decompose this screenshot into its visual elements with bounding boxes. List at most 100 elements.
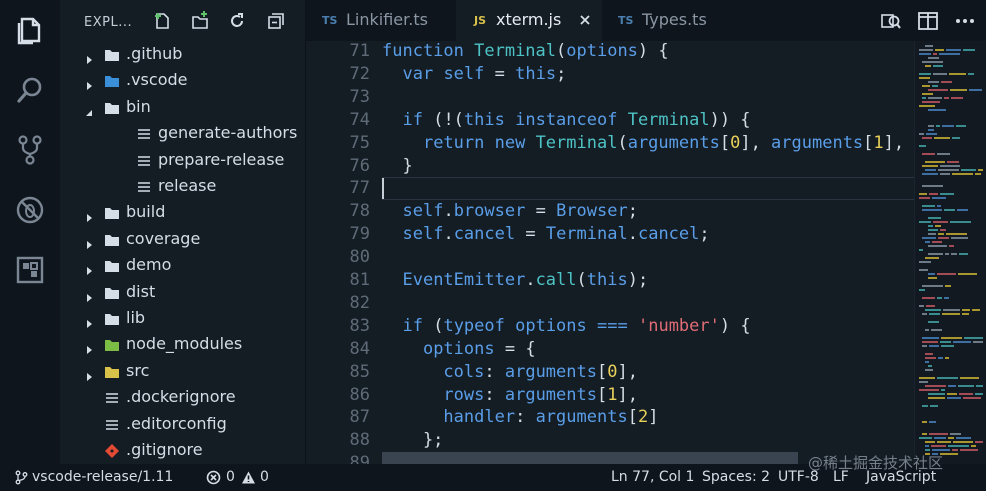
minimap-line [928,229,938,231]
minimap-line [933,73,947,75]
code-area[interactable]: function Terminal(options) { var self = … [382,41,914,464]
minimap-line [919,261,931,263]
tree-file[interactable]: .editorconfig [60,412,306,438]
tree-folder[interactable]: dist [60,280,306,306]
tree-folder[interactable]: .vscode [60,68,306,94]
chevron-right-icon[interactable] [84,235,94,249]
minimap-line [962,313,969,315]
chevron-right-icon[interactable] [84,208,94,223]
line-number: 74 [349,109,370,130]
minimap-line [941,389,945,391]
folder-icon [104,47,120,63]
minimap-line [939,53,960,55]
minimap-line [963,49,975,51]
minimap-line [919,221,931,223]
tree-folder[interactable]: .github [60,42,306,68]
minimap-line [922,341,938,343]
tree-folder[interactable]: demo [60,253,306,279]
line-number: 81 [349,270,370,290]
minimap-line [940,193,954,195]
tree-file[interactable]: .gitignore [60,438,306,464]
git-branch[interactable]: vscode-release/1.11 [32,469,173,485]
horizontal-scrollbar[interactable] [382,452,798,464]
cursor-position[interactable]: Ln 77, Col 1 [611,469,694,485]
chevron-right-icon[interactable] [84,340,94,355]
tree-item-label: lib [126,308,146,327]
minimap-line [925,329,929,331]
minimap-line [956,437,971,439]
new-folder-icon[interactable] [190,11,210,31]
error-count[interactable]: 0 [226,469,235,485]
more-actions-icon[interactable] [954,10,976,32]
file-lines-icon [136,153,152,169]
close-icon[interactable] [578,12,592,26]
line-number: 77 [349,178,370,199]
line-number-gutter: 71 72 73 74 75 76 77 78 79 80 81 82 83 84 85 86 87 88 89 [306,41,378,464]
minimap-line [960,377,979,379]
tree-folder[interactable]: node_modules [60,332,306,358]
chevron-right-icon[interactable] [84,76,94,91]
minimap-line [928,89,948,91]
tree-item-label: src [126,360,150,380]
minimap-line [938,233,944,235]
minimap-line [919,305,924,307]
warning-count[interactable]: 0 [260,469,269,485]
minimap-line [922,209,942,211]
minimap-line [937,153,950,155]
chevron-right-icon[interactable] [84,261,94,276]
tab-linkifier[interactable]: TS Linkifier.ts [306,0,456,41]
minimap-line [950,221,971,223]
minimap-line [922,101,940,103]
code-editor[interactable]: 71 72 73 74 75 76 77 78 79 80 81 82 83 84 85 86 87 88 89 f… [306,41,914,464]
source-control-icon[interactable] [14,134,46,166]
debug-icon[interactable] [14,194,46,226]
search-icon[interactable] [14,74,46,106]
code-line: function Terminal(options) { [382,41,669,61]
minimap[interactable] [914,41,986,464]
split-editor-icon[interactable] [917,10,939,32]
refresh-icon[interactable] [227,11,247,31]
files-icon[interactable] [14,14,46,46]
tree-file[interactable]: prepare-release [60,148,306,174]
tree-folder[interactable]: coverage [60,227,306,253]
minimap-line [928,321,939,323]
minimap-line [963,397,981,399]
minimap-line [957,209,968,211]
tree-file[interactable]: release [60,174,306,200]
indentation[interactable]: Spaces: 2 [702,469,770,485]
minimap-line [925,385,946,387]
line-number: 82 [349,292,370,313]
code-line: var self = this; [402,63,567,84]
minimap-line [922,137,932,139]
minimap-line [919,49,933,51]
minimap-line [922,285,943,287]
tab-xterm[interactable]: JS xterm.js [456,0,602,41]
chevron-right-icon[interactable] [84,314,94,328]
minimap-line [922,297,935,299]
new-file-icon[interactable] [152,11,172,31]
minimap-line [931,445,946,447]
tree-folder[interactable]: build [60,200,306,226]
extensions-icon[interactable] [14,254,46,286]
minimap-line [928,81,939,83]
open-changes-icon[interactable] [880,10,902,32]
chevron-right-icon[interactable] [84,367,94,381]
tree-file[interactable]: .dockerignore [60,385,306,411]
chevron-right-icon[interactable] [84,288,94,302]
tree-folder[interactable]: bin [60,95,306,121]
minimap-line [944,97,949,99]
tree-folder[interactable]: src [60,359,306,385]
tab-types[interactable]: TS Types.ts [602,0,744,41]
minimap-line [919,381,928,383]
collapse-all-icon[interactable] [266,11,286,31]
tree-file[interactable]: generate-authors [60,121,306,147]
tree-item-label: generate-authors [158,123,298,143]
minimap-line [968,73,974,75]
tree-folder[interactable]: lib [60,306,306,332]
minimap-line [945,357,949,359]
tree-item-label: bin [126,96,151,116]
chevron-right-icon[interactable] [84,50,94,64]
minimap-line [919,377,935,379]
chevron-down-icon[interactable] [84,103,94,116]
warning-icon [241,470,256,485]
